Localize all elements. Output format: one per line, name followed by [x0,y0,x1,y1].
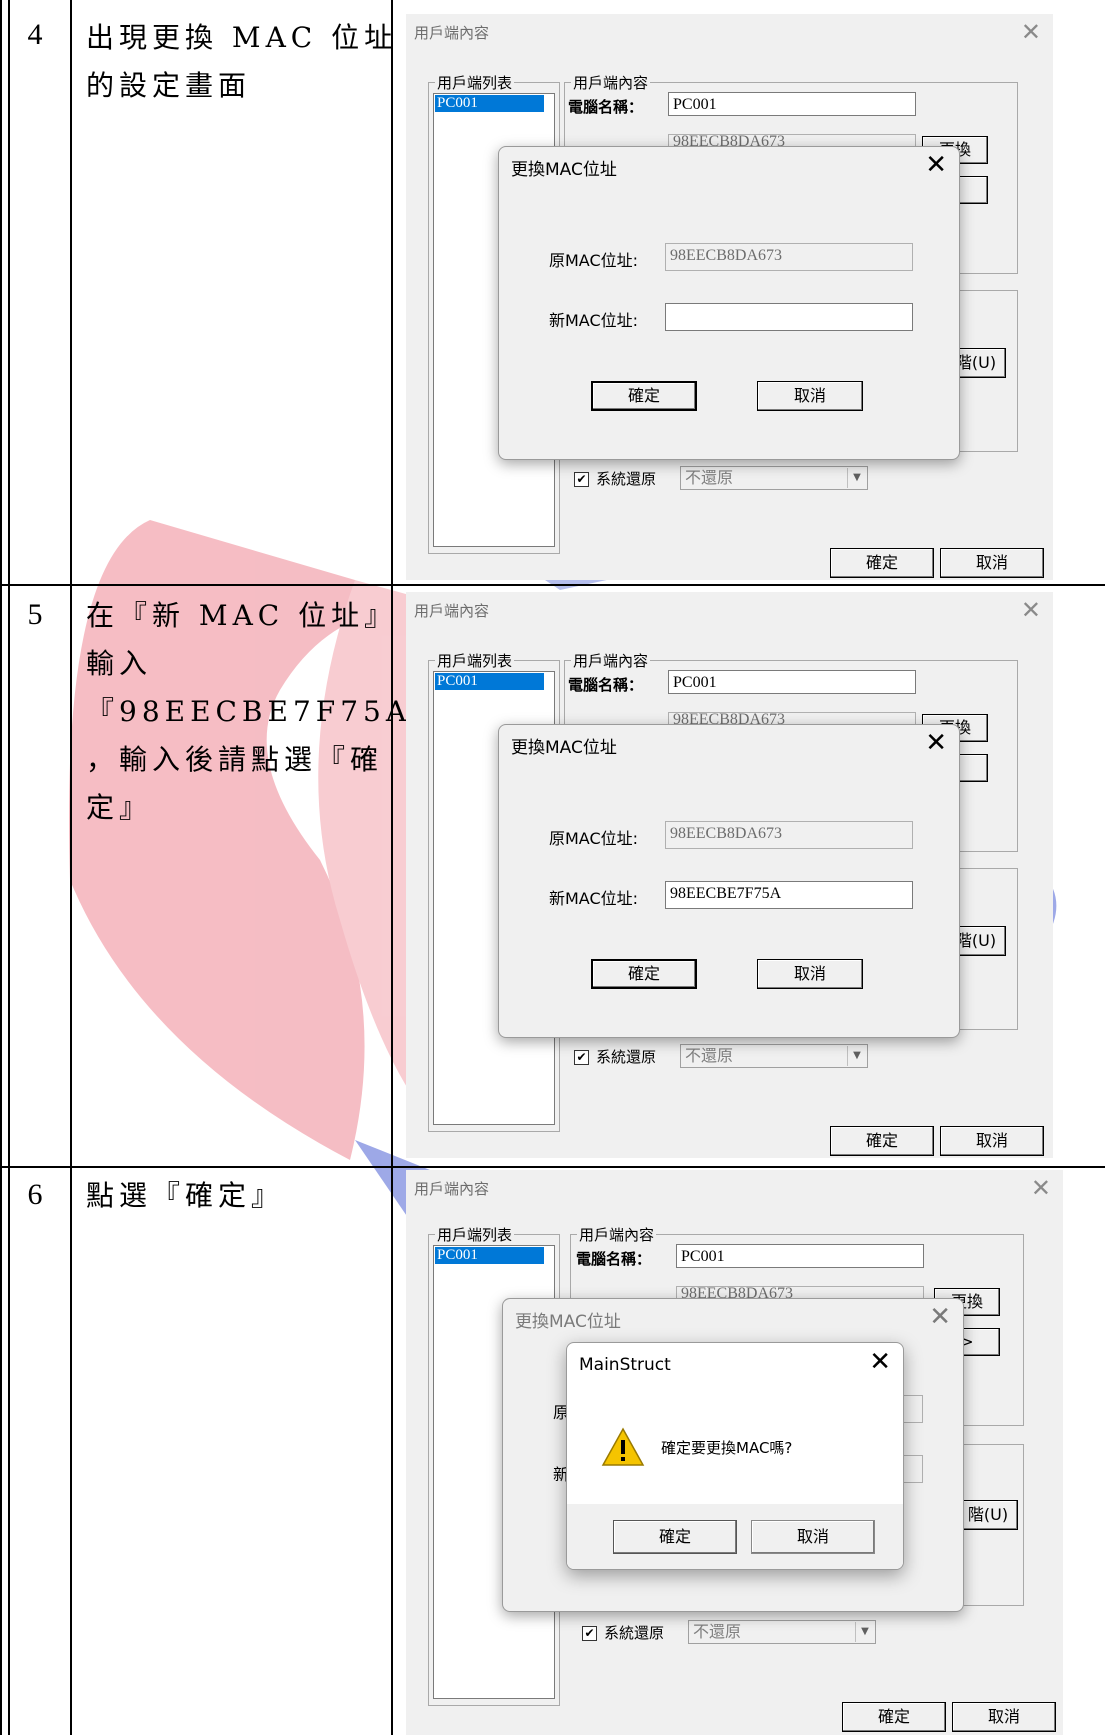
system-restore-checkbox[interactable]: ✔ [574,1050,589,1065]
step-description-line: 『98EECBE7F75A』 [86,695,445,728]
cancel-button[interactable]: 取消 [940,548,1044,578]
dialog-title: 更換MAC位址 [515,1312,621,1332]
close-icon[interactable]: ✕ [1021,18,1041,46]
chevron-down-icon: ▼ [855,1622,874,1642]
restore-dropdown-value: 不還原 [685,468,734,487]
close-icon[interactable]: ✕ [925,728,947,758]
row-divider [0,1166,1105,1168]
dialog-title: 更換MAC位址 [511,738,617,758]
chevron-down-icon: ▼ [847,468,866,488]
window-title: 用戶端內容 [414,602,490,620]
step-number: 5 [27,598,43,631]
table-border-left [0,0,2,1735]
restore-dropdown[interactable]: 不還原 ▼ [688,1620,876,1644]
restore-dropdown-value: 不還原 [685,1046,734,1065]
pc-name-field[interactable]: PC001 [668,670,916,694]
system-restore-checkbox[interactable]: ✔ [582,1626,597,1641]
pc-name-label: 電腦名稱： [576,1250,652,1268]
cancel-button[interactable]: 取消 [952,1702,1056,1732]
msgbox-title: MainStruct [579,1355,671,1375]
change-mac-dialog: 更換MAC位址 ✕ 原MAC位址: 98EECB8DA673 新MAC位址: 確… [498,146,960,460]
list-item[interactable]: PC001 [435,1247,544,1264]
step-description: 點選『確定』 [86,1172,386,1220]
group-label: 用戶端列表 [435,72,515,93]
step-description-line: 在『新 MAC 位址』 [86,599,398,632]
step-number: 6 [27,1178,43,1211]
orig-mac-label: 原MAC位址: [549,829,639,848]
new-mac-label: 新MAC位址: [549,311,639,330]
list-item[interactable]: PC001 [435,673,544,690]
system-restore-label: 系統還原 [596,1048,657,1066]
chevron-down-icon: ▼ [847,1046,866,1066]
new-mac-input[interactable] [665,303,913,331]
dialog-ok-button[interactable]: 確定 [591,381,697,411]
step-description-line: 的設定畫面 [86,69,252,102]
step-description-line: 出現更換 MAC 位址 [86,21,398,54]
msgbox-message: 確定要更換MAC嗎? [661,1439,793,1457]
window-title: 用戶端內容 [414,24,490,42]
close-icon[interactable]: ✕ [869,1347,891,1377]
change-mac-dialog: 更換MAC位址 ✕ 原MAC位址: 98EECB8DA673 新MAC位址: 9… [498,724,960,1038]
step-description-line: 定』 [86,791,153,824]
group-label: 用戶端列表 [435,1224,515,1245]
pc-name-field[interactable]: PC001 [668,92,916,116]
column-divider [391,0,393,1735]
list-item[interactable]: PC001 [435,95,544,112]
dialog-title: 更換MAC位址 [511,160,617,180]
dialog-cancel-button[interactable]: 取消 [757,959,863,989]
window-title: 用戶端內容 [414,1180,490,1198]
restore-dropdown[interactable]: 不還原 ▼ [680,1044,868,1068]
ok-button[interactable]: 確定 [830,548,934,578]
msgbox-cancel-button[interactable]: 取消 [751,1520,875,1554]
restore-dropdown-value: 不還原 [693,1622,742,1641]
system-restore-checkbox[interactable]: ✔ [574,472,589,487]
client-properties-window: 用戶端內容 ✕ 用戶端列表 PC001 用戶端內容 電腦名稱： PC001 98… [406,14,1053,580]
advanced-button[interactable]: 階(U) [958,1500,1018,1530]
ok-button[interactable]: 確定 [842,1702,946,1732]
group-label: 用戶端內容 [577,1224,657,1245]
close-icon[interactable]: ✕ [929,1302,951,1332]
step-description: 在『新 MAC 位址』 輸入 『98EECBE7F75A』 ，輸入後請點選『確 … [86,592,445,832]
cancel-button[interactable]: 取消 [940,1126,1044,1156]
close-icon[interactable]: ✕ [1031,1174,1051,1202]
step-description-line: ，輸入後請點選『確 [86,743,384,776]
msgbox-footer: 確定 取消 [567,1504,903,1569]
dialog-cancel-button[interactable]: 取消 [757,381,863,411]
close-icon[interactable]: ✕ [1021,596,1041,624]
pc-name-label: 電腦名稱： [568,676,644,694]
step-number: 4 [27,18,43,51]
step-description-line: 輸入 [86,647,153,680]
orig-mac-label: 原MAC位址: [549,251,639,270]
orig-mac-field: 98EECB8DA673 [665,243,913,271]
new-mac-label: 新MAC位址: [549,889,639,908]
column-divider [70,0,72,1735]
pc-name-label: 電腦名稱： [568,98,644,116]
warning-icon [601,1427,645,1466]
system-restore-label: 系統還原 [604,1624,665,1642]
dialog-ok-button[interactable]: 確定 [591,959,697,989]
client-properties-window: 用戶端內容 ✕ 用戶端列表 PC001 用戶端內容 電腦名稱： PC001 98… [406,1170,1063,1735]
step-description: 出現更換 MAC 位址 的設定畫面 [86,14,398,110]
close-icon[interactable]: ✕ [925,150,947,180]
row-divider [0,584,1105,586]
step-description-line: 點選『確定』 [86,1179,285,1212]
orig-mac-field: 98EECB8DA673 [665,821,913,849]
pc-name-field[interactable]: PC001 [676,1244,924,1268]
system-restore-label: 系統還原 [596,470,657,488]
client-properties-window: 用戶端內容 ✕ 用戶端列表 PC001 用戶端內容 電腦名稱： PC001 98… [406,592,1053,1158]
confirm-message-box: MainStruct ✕ 確定要更換MAC嗎? 確定 取消 [566,1342,904,1570]
group-label: 用戶端內容 [571,650,651,671]
ok-button[interactable]: 確定 [830,1126,934,1156]
msgbox-ok-button[interactable]: 確定 [613,1520,737,1554]
table-border-left-inner [8,0,10,1735]
group-label: 用戶端內容 [571,72,651,93]
new-mac-input[interactable]: 98EECBE7F75A [665,881,913,909]
restore-dropdown[interactable]: 不還原 ▼ [680,466,868,490]
group-label: 用戶端列表 [435,650,515,671]
